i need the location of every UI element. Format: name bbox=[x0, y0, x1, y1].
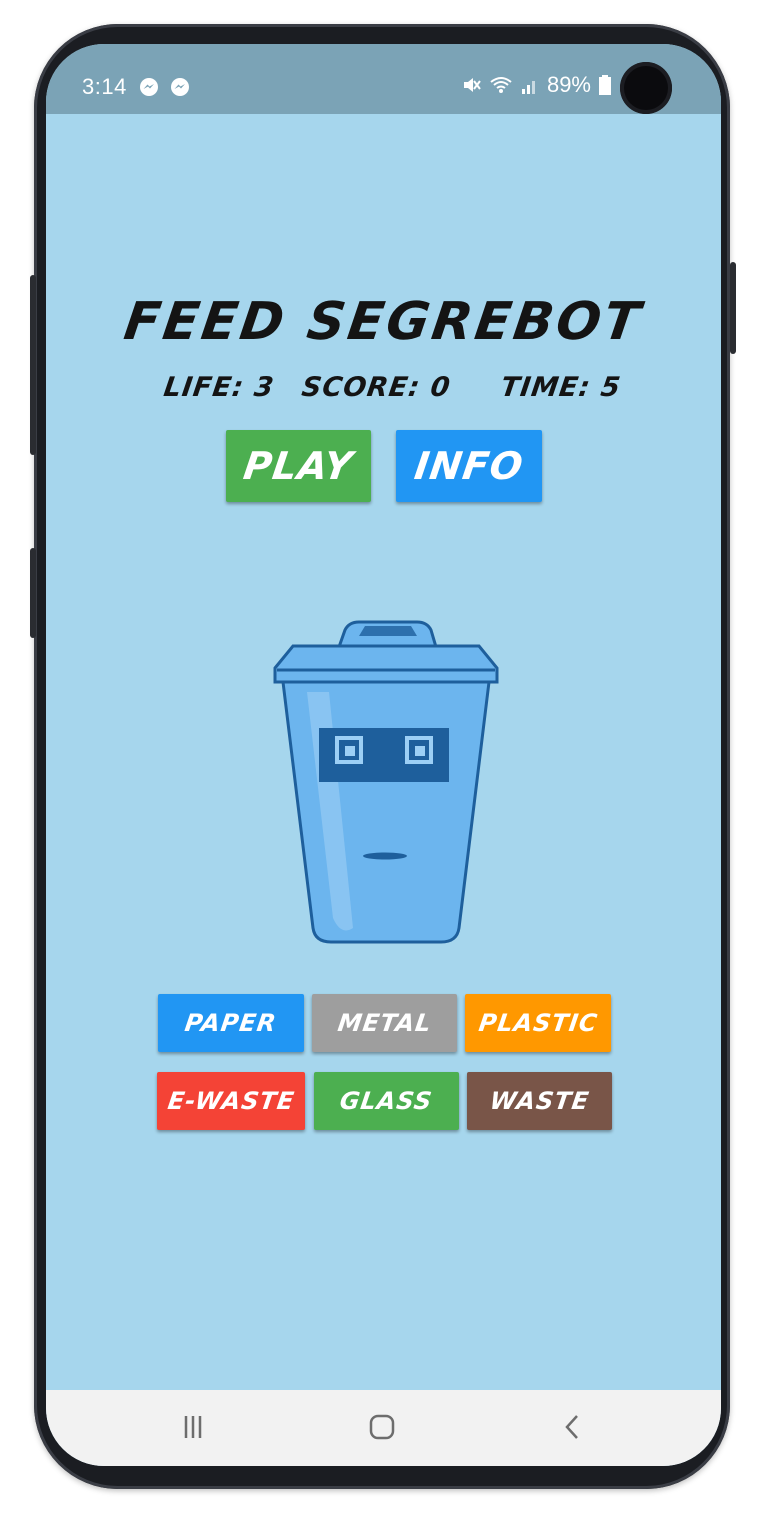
play-button[interactable]: PLAY bbox=[226, 430, 371, 502]
home-icon[interactable] bbox=[367, 1412, 397, 1442]
category-label-metal: METAL bbox=[335, 1009, 434, 1037]
play-button-label: PLAY bbox=[241, 444, 356, 488]
score-counter: SCORE: 0 bbox=[299, 372, 453, 403]
signal-icon bbox=[521, 81, 535, 94]
segrebot-bin-robot bbox=[273, 620, 499, 944]
category-label-e-waste: E-WASTE bbox=[165, 1087, 297, 1115]
time-counter: TIME: 5 bbox=[498, 372, 623, 403]
bixby-button bbox=[30, 548, 36, 638]
phone-screen: 3:14 89% FEED SEGREBOT LIFE: 3 SCORE: 0 … bbox=[46, 44, 721, 1466]
battery-percent: 89% bbox=[546, 72, 591, 97]
life-counter: LIFE: 3 bbox=[161, 372, 277, 403]
power-button bbox=[730, 262, 736, 354]
game-area: FEED SEGREBOT LIFE: 3 SCORE: 0 TIME: 5 P… bbox=[46, 114, 721, 1390]
back-icon[interactable] bbox=[558, 1412, 588, 1442]
category-button-metal[interactable]: METAL bbox=[312, 994, 457, 1052]
system-nav-bar bbox=[46, 1390, 721, 1466]
game-title: FEED SEGREBOT bbox=[120, 292, 647, 352]
category-button-glass[interactable]: GLASS bbox=[314, 1072, 459, 1130]
messenger-icon bbox=[140, 78, 158, 96]
category-button-paper[interactable]: PAPER bbox=[158, 994, 304, 1052]
category-label-plastic: PLASTIC bbox=[476, 1009, 600, 1037]
info-button-label: INFO bbox=[411, 444, 527, 488]
recent-apps-icon[interactable] bbox=[178, 1412, 208, 1442]
battery-icon bbox=[599, 75, 611, 95]
game-stats: LIFE: 3 SCORE: 0 TIME: 5 bbox=[46, 372, 721, 412]
category-label-paper: PAPER bbox=[183, 1009, 279, 1037]
status-bar: 3:14 89% bbox=[46, 44, 721, 114]
messenger-icon bbox=[171, 78, 189, 96]
info-button[interactable]: INFO bbox=[396, 430, 542, 502]
status-icons: 89% bbox=[461, 72, 611, 98]
volume-button bbox=[30, 275, 36, 455]
category-label-waste: WASTE bbox=[487, 1087, 592, 1115]
wifi-icon bbox=[490, 77, 512, 93]
category-button-waste[interactable]: WASTE bbox=[467, 1072, 612, 1130]
status-time: 3:14 bbox=[82, 74, 127, 99]
front-camera bbox=[620, 62, 672, 114]
mute-icon bbox=[463, 78, 481, 92]
category-button-e-waste[interactable]: E-WASTE bbox=[157, 1072, 305, 1130]
category-label-glass: GLASS bbox=[338, 1087, 435, 1115]
category-button-plastic[interactable]: PLASTIC bbox=[465, 994, 611, 1052]
